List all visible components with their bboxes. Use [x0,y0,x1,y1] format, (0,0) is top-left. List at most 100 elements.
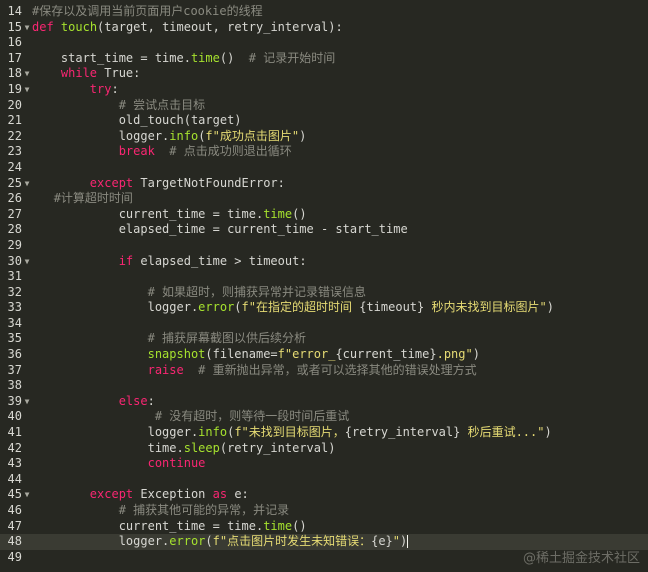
code-line-28[interactable]: 28 elapsed_time = current_time - start_t… [0,222,648,238]
code-text: current_time = time.time() [32,519,307,535]
code-line-41[interactable]: 41 logger.info(f"未找到目标图片，{retry_interval… [0,425,648,441]
code-line-42[interactable]: 42 time.sleep(retry_interval) [0,441,648,457]
code-text: while True: [32,66,140,82]
code-text: #计算超时时间 [32,191,133,207]
line-number: 35 [7,331,22,346]
code-token: ) [299,128,307,143]
code-token: elapsed_time > timeout: [133,253,307,268]
code-line-31[interactable]: 31 [0,269,648,285]
code-token: () [292,206,307,221]
code-text: def touch(target, timeout, retry_interva… [32,20,343,36]
line-number: 26 [7,191,22,206]
code-token: ( [205,534,213,549]
code-token: error [169,534,206,549]
line-number: 39 [7,393,22,408]
code-line-46[interactable]: 46 # 捕获其他可能的异常，并记录 [0,503,648,519]
code-editor[interactable]: 14 #保存以及调用当前页面用户cookie的线程 15 ▼ def touch(tar… [0,0,648,572]
code-line-24[interactable]: 24 [0,160,648,176]
code-line-17[interactable]: 17 start_time = time.time() # 记录开始时间 [0,51,648,67]
code-line-16[interactable]: 16 [0,35,648,51]
code-token: f"点击图片时发生未知错误： [212,534,372,549]
chevron-down-icon[interactable]: ▼ [23,82,31,98]
line-number: 27 [7,206,22,221]
code-line-26[interactable]: 26 #计算超时时间 [0,191,648,207]
line-number: 46 [7,503,22,517]
code-line-25[interactable]: 25 ▼ except TargetNotFoundError: [0,176,648,192]
code-token: True: [97,66,141,81]
code-token: # 没有超时，则等待一段时间后重试 [154,409,350,424]
chevron-down-icon[interactable]: ▼ [23,176,31,192]
line-number: 15 [7,19,22,34]
code-token: # 重新抛出异常，或者可以选择其他的错误处理方式 [198,362,477,377]
code-line-34[interactable]: 34 [0,316,648,332]
code-token: as [212,487,228,502]
code-token: snapshot [147,347,206,362]
code-token: # 捕获屏幕截图以供后续分析 [147,331,307,346]
code-token: () [292,518,307,533]
code-token: except [89,487,134,502]
code-token: logger. [32,300,199,315]
line-number: 41 [7,425,22,440]
code-line-33[interactable]: 33 logger.error(f"在指定的超时时间 {timeout} 秒内未… [0,300,648,316]
code-token: (filename= [205,347,278,362]
code-text: #保存以及调用当前页面用户cookie的线程 [32,4,263,20]
code-line-22[interactable]: 22 logger.info(f"成功点击图片") [0,129,648,145]
code-line-21[interactable]: 21 old_touch(target) [0,113,648,129]
code-line-43[interactable]: 43 continue [0,456,648,472]
code-line-40[interactable]: 40 # 没有超时，则等待一段时间后重试 [0,409,648,425]
code-token: try [89,81,112,96]
code-line-44[interactable]: 44 [0,472,648,488]
code-line-37[interactable]: 37 raise # 重新抛出异常，或者可以选择其他的错误处理方式 [0,363,648,379]
code-line-18[interactable]: 18 ▼ while True: [0,66,648,82]
code-line-15[interactable]: 15 ▼ def touch(target, timeout, retry_inte… [0,20,648,36]
chevron-down-icon[interactable]: ▼ [23,20,31,36]
code-line-14[interactable]: 14 #保存以及调用当前页面用户cookie的线程 [0,4,648,20]
code-line-36[interactable]: 36 snapshot(filename=f"error_{current_ti… [0,347,648,363]
code-text: except Exception as e: [32,487,249,503]
code-line-19[interactable]: 19 ▼ try: [0,82,648,98]
code-text: logger.info(f"未找到目标图片，{retry_interval} 秒… [32,425,552,441]
line-number: 14 [7,4,22,18]
code-text: continue [32,456,206,472]
code-token: continue [147,456,206,471]
code-token: except [89,175,134,190]
line-number: 45 [7,487,22,502]
code-line-20[interactable]: 20 # 尝试点击目标 [0,98,648,114]
code-token: time [190,50,220,65]
code-line-30[interactable]: 30 ▼ if elapsed_time > timeout: [0,254,648,270]
code-token: time [263,518,293,533]
code-token: {retry_interval} [344,425,461,440]
code-line-35[interactable]: 35 # 捕获屏幕截图以供后续分析 [0,331,648,347]
chevron-down-icon[interactable]: ▼ [23,254,31,270]
code-token: elapsed_time = current_time - start_time [32,222,408,237]
code-line-39[interactable]: 39 ▼ else: [0,394,648,410]
code-text: # 如果超时，则捕获异常并记录错误信息 [32,285,366,301]
code-line-27[interactable]: 27 current_time = time.time() [0,207,648,223]
code-line-29[interactable]: 29 [0,238,648,254]
chevron-down-icon[interactable]: ▼ [23,487,31,503]
code-line-32[interactable]: 32 # 如果超时，则捕获异常并记录错误信息 [0,285,648,301]
chevron-down-icon[interactable]: ▼ [23,66,31,82]
code-token: ( [234,300,242,315]
code-text: raise # 重新抛出异常，或者可以选择其他的错误处理方式 [32,363,477,379]
line-number: 48 [7,534,22,549]
code-token: current_time = time. [32,518,264,533]
code-token: #计算超时时间 [53,191,133,206]
code-line-23[interactable]: 23 break # 点击成功则退出循环 [0,144,648,160]
code-line-47[interactable]: 47 current_time = time.time() [0,519,648,535]
code-line-45[interactable]: 45 ▼ except Exception as e: [0,487,648,503]
code-token: sleep [183,440,220,455]
line-number: 34 [7,315,22,330]
line-number: 29 [7,237,22,252]
code-token: error [198,300,235,315]
code-token: {current_time} [335,347,437,362]
code-token: touch [60,19,98,34]
code-line-38[interactable]: 38 [0,378,648,394]
chevron-down-icon[interactable]: ▼ [23,394,31,410]
